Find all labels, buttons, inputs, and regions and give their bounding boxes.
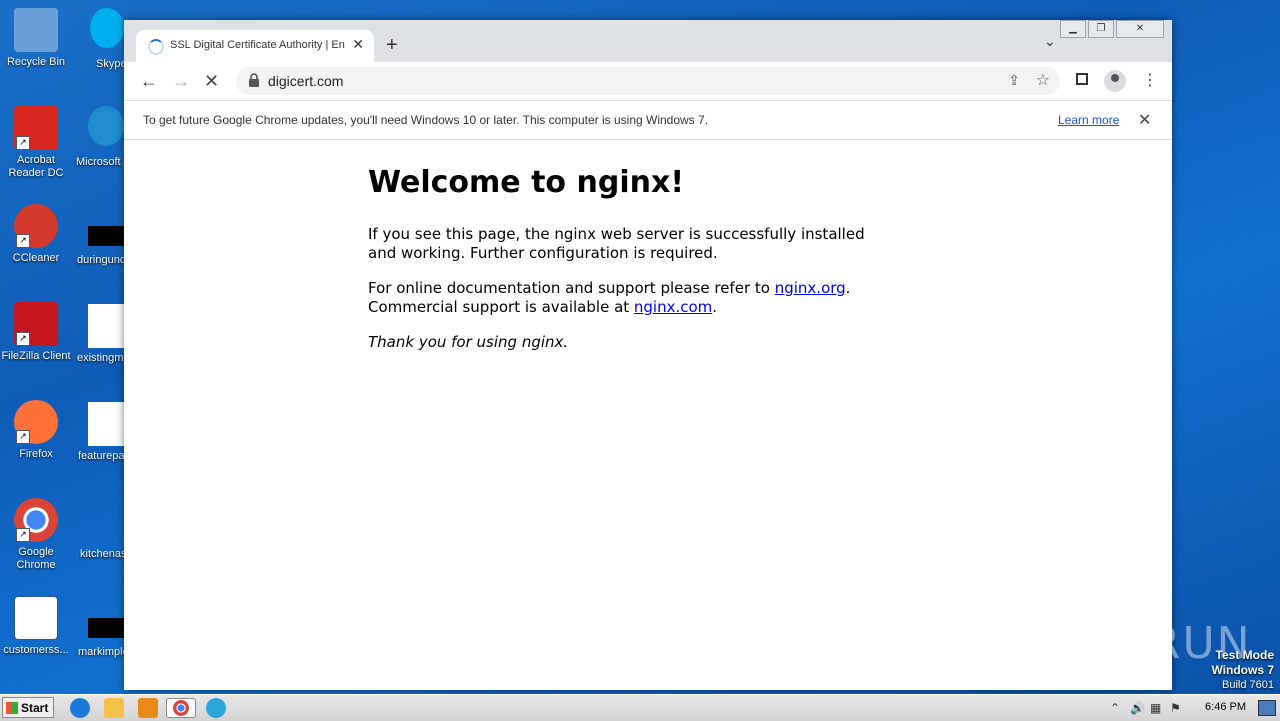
- acrobat-desktop-icon[interactable]: ↗ Acrobat Reader DC: [1, 106, 71, 180]
- kitchenas-desktop-label[interactable]: kitchenas: [80, 548, 126, 560]
- page-heading: Welcome to nginx!: [368, 165, 684, 200]
- test-mode-notice: Test Mode Windows 7 Build 7601: [1211, 648, 1274, 692]
- desktop-icon-label: CCleaner: [12, 252, 60, 264]
- filezilla-icon: ↗: [14, 302, 58, 346]
- word-document-icon: [88, 304, 124, 348]
- browser-toolbar: ← → ✕ digicert.com ⇪ ☆ ⋮: [124, 62, 1172, 100]
- support-text: For online documentation and support ple…: [368, 279, 775, 297]
- window-controls: ▁ ❐ ✕: [1060, 20, 1164, 38]
- new-tab-plus-icon[interactable]: +: [386, 34, 398, 57]
- page-content: Welcome to nginx! If you see this page, …: [124, 141, 1172, 690]
- word-document-icon: [88, 402, 124, 446]
- build-line: Build 7601: [1222, 679, 1274, 691]
- word-document-icon: [14, 596, 58, 640]
- action-center-flag-icon[interactable]: ⚑: [1170, 701, 1181, 715]
- stop-loading-icon[interactable]: ✕: [204, 71, 219, 92]
- test-mode-line: Test Mode: [1215, 648, 1274, 662]
- tab-close-icon[interactable]: ✕: [352, 36, 364, 53]
- window-close-icon[interactable]: ✕: [1116, 20, 1164, 38]
- kebab-menu-icon[interactable]: ⋮: [1142, 70, 1158, 90]
- update-infobar: To get future Google Chrome updates, you…: [124, 100, 1172, 140]
- desktop-icon-label: Acrobat Reader DC: [8, 154, 64, 179]
- network-icon[interactable]: ▦: [1150, 701, 1161, 715]
- tab-active[interactable]: SSL Digital Certificate Authority | En ✕: [136, 30, 374, 62]
- bookmark-star-icon[interactable]: ☆: [1036, 70, 1050, 90]
- desktop-icon-label: Google Chrome: [16, 546, 56, 571]
- acrobat-icon: ↗: [14, 106, 58, 150]
- profile-avatar-icon[interactable]: [1104, 70, 1126, 92]
- chrome-taskbar-button[interactable]: [166, 698, 196, 718]
- show-hidden-icons-chevron-icon[interactable]: ⌃: [1110, 701, 1120, 715]
- share-icon[interactable]: ⇪: [1008, 72, 1020, 89]
- tab-title: SSL Digital Certificate Authority | En: [170, 39, 345, 51]
- edge-icon: [88, 106, 124, 146]
- intro-paragraph: If you see this page, the nginx web serv…: [368, 225, 865, 262]
- desktop-icon-label: Recycle Bin: [6, 56, 66, 68]
- internet-explorer-icon[interactable]: [70, 698, 90, 718]
- featurepa-desktop-label[interactable]: featurepa: [78, 450, 124, 462]
- volume-icon[interactable]: 🔊: [1130, 701, 1145, 715]
- taskbar: Start ⌃ 🔊 ▦ ⚑ 6:46 PM: [0, 694, 1280, 721]
- skype-desktop-label[interactable]: Skype: [96, 58, 127, 70]
- firefox-desktop-icon[interactable]: ↗ Firefox: [1, 400, 71, 461]
- thanks-paragraph: Thank you for using nginx.: [368, 333, 569, 351]
- minimize-icon[interactable]: ▁: [1060, 20, 1086, 38]
- back-arrow-icon[interactable]: ←: [140, 71, 158, 92]
- chrome-icon: ↗: [14, 498, 58, 542]
- ccleaner-desktop-icon[interactable]: ↗ CCleaner: [1, 204, 71, 265]
- black-file-icon: [88, 618, 124, 638]
- punctuation: .: [712, 298, 718, 316]
- lock-icon: [249, 73, 259, 87]
- nginx-org-link[interactable]: nginx.org: [775, 279, 846, 297]
- infobar-message: To get future Google Chrome updates, you…: [143, 113, 709, 127]
- edge-desktop-label[interactable]: Microsoft: [76, 156, 121, 168]
- file-explorer-icon[interactable]: [104, 698, 124, 718]
- chrome-desktop-icon[interactable]: ↗ Google Chrome: [1, 498, 71, 572]
- ccleaner-icon: ↗: [14, 204, 58, 248]
- clock[interactable]: 6:46 PM: [1205, 701, 1246, 713]
- learn-more-link[interactable]: Learn more: [1058, 113, 1119, 127]
- desktop-icon-label: customerss...: [3, 644, 69, 656]
- desktop-icon-label: Firefox: [19, 448, 53, 460]
- tab-strip: SSL Digital Certificate Authority | En ✕…: [124, 20, 1172, 62]
- nginx-com-link[interactable]: nginx.com: [634, 298, 712, 316]
- restore-icon[interactable]: ❐: [1088, 20, 1114, 38]
- desktop-icon-label: FileZilla Client: [1, 350, 71, 362]
- start-button[interactable]: Start: [2, 697, 54, 718]
- recycle-bin-desktop-icon[interactable]: Recycle Bin: [1, 8, 71, 69]
- show-desktop-icon[interactable]: [1258, 700, 1276, 716]
- firefox-icon: ↗: [14, 400, 58, 444]
- media-player-icon[interactable]: [138, 698, 158, 718]
- address-bar[interactable]: digicert.com ⇪ ☆: [236, 67, 1060, 95]
- commercial-text: Commercial support is available at: [368, 298, 634, 316]
- chrome-window: SSL Digital Certificate Authority | En ✕…: [124, 20, 1172, 690]
- support-paragraph: For online documentation and support ple…: [368, 279, 888, 317]
- system-tray: ⌃ 🔊 ▦ ⚑ 6:46 PM: [1104, 695, 1280, 721]
- url-text: digicert.com: [268, 73, 344, 89]
- infobar-close-icon[interactable]: ✕: [1138, 110, 1151, 130]
- punctuation: .: [845, 279, 851, 297]
- black-file-icon: [88, 226, 124, 246]
- tab-search-chevron-icon[interactable]: ⌄: [1044, 33, 1056, 50]
- edge-taskbar-icon[interactable]: [206, 698, 226, 718]
- customers-doc-desktop-icon[interactable]: customerss...: [1, 596, 71, 657]
- side-panel-icon[interactable]: [1076, 73, 1088, 85]
- markimple-desktop-label[interactable]: markimple: [78, 646, 129, 658]
- os-name-line: Windows 7: [1211, 663, 1274, 677]
- skype-icon: [90, 8, 124, 48]
- existingm-desktop-label[interactable]: existingm: [77, 352, 123, 364]
- recycle-bin-icon: [14, 8, 58, 52]
- duringunc-desktop-label[interactable]: duringunc: [77, 254, 125, 266]
- filezilla-desktop-icon[interactable]: ↗ FileZilla Client: [1, 302, 71, 363]
- loading-spinner-icon: [148, 39, 164, 55]
- chrome-icon: [173, 700, 189, 716]
- forward-arrow-icon[interactable]: →: [172, 71, 190, 92]
